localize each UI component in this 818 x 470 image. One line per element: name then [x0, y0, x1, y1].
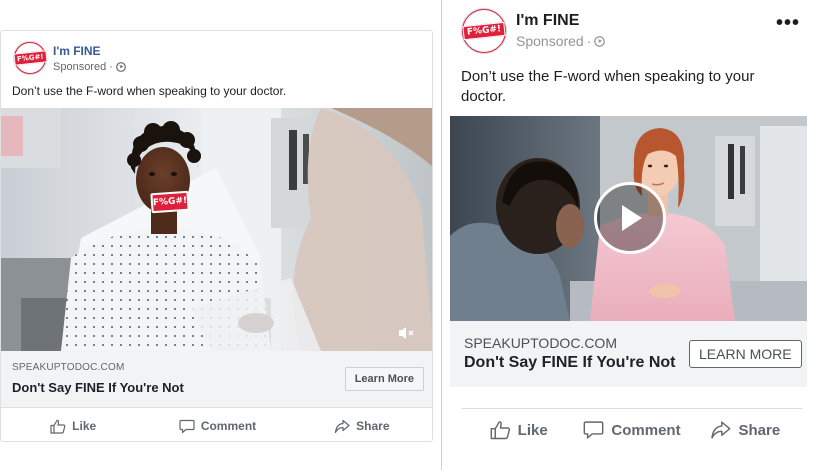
comment-label: Comment	[611, 421, 681, 439]
share-label: Share	[356, 419, 390, 433]
link-preview[interactable]: SPEAKUPTODOC.COM Don't Say FINE If You'r…	[450, 321, 807, 387]
sponsored-label: Sponsored	[53, 61, 107, 73]
globe-icon	[115, 62, 126, 72]
share-icon	[335, 419, 350, 433]
logo-text: F%G#!	[462, 21, 506, 41]
link-domain: SPEAKUPTODOC.COM	[464, 335, 617, 351]
page-name-link[interactable]: I'm FINE	[53, 44, 101, 58]
post-text: Don’t use the F-word when speaking to yo…	[461, 68, 755, 105]
play-icon	[622, 205, 642, 231]
comment-button[interactable]: Comment	[575, 414, 688, 446]
link-headline[interactable]: Don't Say FINE If You're Not	[464, 354, 675, 372]
play-button[interactable]	[594, 182, 666, 254]
comment-icon	[583, 421, 604, 439]
like-button[interactable]: Like	[462, 414, 575, 446]
comment-icon	[179, 419, 195, 433]
ad-video[interactable]	[450, 116, 807, 321]
mouth-censor-sticker: F%G#!	[150, 190, 190, 214]
link-preview[interactable]: SPEAKUPTODOC.COM Don't Say FINE If You'r…	[1, 351, 432, 408]
learn-more-button[interactable]: LEARN MORE	[689, 340, 802, 368]
share-label: Share	[738, 421, 781, 439]
logo-text: F%G#!	[13, 50, 47, 66]
like-icon	[50, 419, 66, 434]
meta-separator: ·	[586, 33, 592, 49]
link-headline[interactable]: Don't Say FINE If You're Not	[12, 380, 184, 395]
video-frame	[1, 108, 432, 351]
like-button[interactable]: Like	[1, 409, 145, 441]
column-divider	[441, 0, 442, 470]
mute-icon[interactable]	[397, 325, 417, 341]
post-text: Don’t use the F-word when speaking to yo…	[12, 84, 287, 98]
action-bar-divider	[462, 408, 802, 409]
like-icon	[490, 421, 510, 440]
learn-more-button[interactable]: Learn More	[344, 367, 424, 391]
sponsored-label: Sponsored	[516, 33, 584, 49]
share-button[interactable]: Share	[290, 409, 432, 441]
globe-icon	[594, 35, 606, 47]
page-avatar[interactable]: F%G#!	[461, 8, 507, 54]
censor-text: F%G#!	[152, 195, 188, 209]
comment-label: Comment	[200, 419, 257, 433]
share-icon	[711, 421, 731, 439]
comment-button[interactable]: Comment	[145, 409, 289, 441]
meta-separator: ·	[109, 61, 113, 73]
right-ad-card: F%G#! I'm FINE Sponsored · ••• Don’t use…	[450, 0, 818, 470]
action-bar: Like Comment Share	[462, 414, 802, 446]
share-button[interactable]: Share	[689, 414, 802, 446]
ad-video[interactable]: F%G#!	[1, 108, 432, 351]
post-meta: Sponsored ·	[516, 33, 606, 49]
like-label: Like	[72, 419, 97, 433]
post-meta: Sponsored ·	[53, 61, 126, 73]
link-domain: SPEAKUPTODOC.COM	[12, 362, 125, 373]
action-bar: Like Comment Share	[1, 409, 432, 441]
page-avatar[interactable]: F%G#!	[13, 41, 47, 75]
left-ad-card: F%G#! I'm FINE Sponsored · Don’t use the…	[0, 30, 433, 442]
like-label: Like	[517, 421, 548, 439]
more-options-icon[interactable]: •••	[776, 12, 800, 35]
page-name-link[interactable]: I'm FINE	[516, 12, 579, 30]
